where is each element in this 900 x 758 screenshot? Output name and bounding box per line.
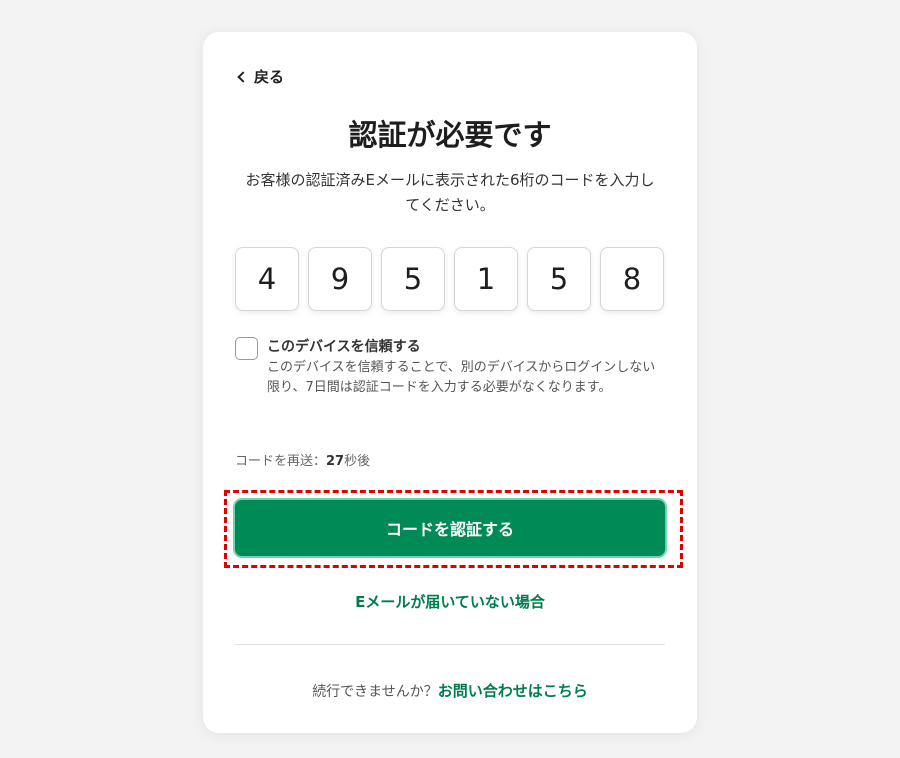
verification-card: 戻る 認証が必要です お客様の認証済みEメールに表示された6桁のコードを入力して… <box>203 32 697 733</box>
instruction-text: お客様の認証済みEメールに表示された6桁のコードを入力してください。 <box>245 171 655 214</box>
footer-help: 続行できませんか？お問い合わせはこちら <box>203 680 697 701</box>
footer-prompt: 続行できませんか？ <box>312 684 438 700</box>
code-digit-input-3[interactable]: 5 <box>381 247 445 311</box>
divider <box>235 644 665 645</box>
back-label: 戻る <box>254 68 285 86</box>
trust-device-checkbox[interactable] <box>235 337 258 360</box>
code-digit-input-2[interactable]: 9 <box>308 247 372 311</box>
contact-link[interactable]: お問い合わせはこちら <box>438 682 588 700</box>
resend-prefix: コードを再送： <box>235 454 327 469</box>
code-input-group: 4 9 5 1 5 8 <box>235 247 664 311</box>
code-digit-input-5[interactable]: 5 <box>527 247 591 311</box>
resend-countdown: コードを再送：27秒後 <box>235 450 370 469</box>
resend-seconds: 27 <box>326 454 345 469</box>
chevron-left-icon <box>237 71 249 83</box>
trust-device-option: このデバイスを信頼する このデバイスを信頼することで、別のデバイスからログインし… <box>235 336 665 398</box>
code-digit-input-6[interactable]: 8 <box>600 247 664 311</box>
trust-device-text: このデバイスを信頼する このデバイスを信頼することで、別のデバイスからログインし… <box>267 336 665 398</box>
no-email-link[interactable]: Eメールが届いていない場合 <box>203 591 697 612</box>
back-link[interactable]: 戻る <box>237 66 285 87</box>
trust-device-description: このデバイスを信頼することで、別のデバイスからログインしない限り、7日間は認証コ… <box>267 360 656 395</box>
code-digit-input-1[interactable]: 4 <box>235 247 299 311</box>
page-title: 認証が必要です <box>348 118 552 152</box>
code-digit-input-4[interactable]: 1 <box>454 247 518 311</box>
verify-code-button[interactable]: コードを認証する <box>233 498 667 558</box>
trust-device-label[interactable]: このデバイスを信頼する <box>267 336 665 358</box>
resend-suffix: 秒後 <box>344 454 371 469</box>
